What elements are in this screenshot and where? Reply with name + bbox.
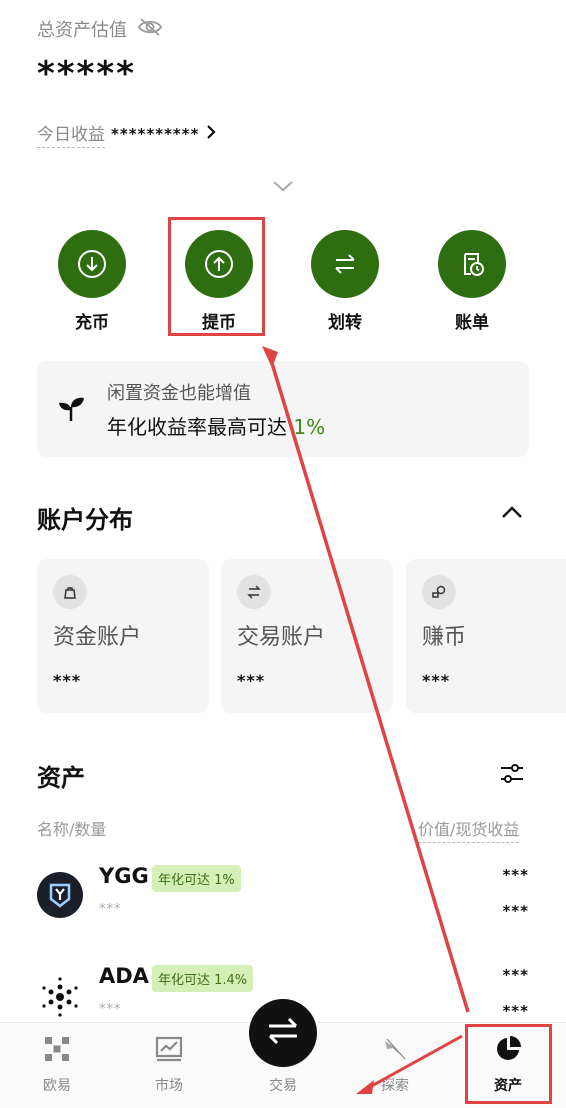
nav-item-explore[interactable]: 探索 <box>350 1035 440 1095</box>
deposit-icon <box>58 230 126 298</box>
transfer-label: 划转 <box>328 313 362 333</box>
deposit-label: 充币 <box>75 313 109 333</box>
explore-compass-icon <box>381 1035 409 1067</box>
asset-symbol: YGG <box>99 864 149 888</box>
okx-logo-icon <box>43 1035 71 1067</box>
earn-promo-banner[interactable]: 闲置资金也能增值 年化收益率最高可达 1% <box>37 361 529 457</box>
today-pnl-value: ********** <box>111 125 200 143</box>
swap-arrows-icon <box>237 575 271 609</box>
chevron-right-icon <box>205 124 217 145</box>
promo-rate: 1% <box>293 415 326 439</box>
asset-row[interactable]: YGG 年化可达 1% *** *** *** <box>37 850 529 930</box>
account-value: *** <box>237 671 266 690</box>
deposit-button[interactable]: 充币 <box>47 230 137 333</box>
hide-balance-eye-icon[interactable] <box>137 17 163 42</box>
apy-badge[interactable]: 年化可达 1.4% <box>152 965 254 992</box>
funding-account-card[interactable]: 资金账户 *** <box>37 559 209 713</box>
nav-item-market[interactable]: 市场 <box>124 1035 214 1095</box>
nav-label: 交易 <box>269 1078 297 1094</box>
bill-label: 账单 <box>455 313 489 333</box>
trade-swap-icon <box>265 1016 301 1050</box>
earn-account-card[interactable]: 赚币 *** <box>406 559 566 713</box>
asset-value: *** <box>502 966 529 984</box>
nav-label: 探索 <box>381 1078 409 1094</box>
promo-line1: 闲置资金也能增值 <box>107 383 251 404</box>
market-chart-icon <box>155 1035 183 1067</box>
today-pnl-row[interactable]: 今日收益 ********** <box>37 120 217 148</box>
filter-sliders-icon[interactable] <box>498 760 526 792</box>
transfer-icon <box>311 230 379 298</box>
nav-item-okx[interactable]: 欧易 <box>12 1035 102 1095</box>
nav-item-trade[interactable]: 交易 <box>238 1067 328 1095</box>
withdraw-annotation-box <box>168 217 265 336</box>
wallet-bag-icon <box>53 575 87 609</box>
transfer-button[interactable]: 划转 <box>300 230 390 333</box>
asset-quantity: *** <box>99 902 122 917</box>
asset-spot-pnl: *** <box>502 902 529 920</box>
account-name: 赚币 <box>422 625 467 650</box>
ygg-coin-icon <box>37 872 83 918</box>
total-assets-label: 总资产估值 <box>37 20 127 41</box>
assets-heading: 资产 <box>37 764 85 792</box>
account-value: *** <box>53 671 82 690</box>
total-assets-label-row: 总资产估值 <box>37 16 163 42</box>
asset-symbol: ADA <box>99 964 149 988</box>
asset-spot-pnl: *** <box>502 1002 529 1020</box>
account-distribution-heading: 账户分布 <box>37 506 133 534</box>
total-assets-value: ***** <box>37 54 136 94</box>
column-header-name-qty: 名称/数量 <box>37 820 107 839</box>
expand-chevron-down-icon[interactable] <box>271 178 295 197</box>
bill-button[interactable]: 账单 <box>427 230 517 333</box>
trading-account-card[interactable]: 交易账户 *** <box>221 559 393 713</box>
nav-label: 欧易 <box>43 1078 71 1094</box>
column-header-value-pnl[interactable]: 价值/现货收益 <box>418 816 520 843</box>
apy-badge[interactable]: 年化可达 1% <box>152 865 241 892</box>
promo-line2-prefix: 年化收益率最高可达 <box>107 415 294 439</box>
today-pnl-label: 今日收益 <box>37 120 105 148</box>
annotation-arrows <box>262 346 470 1094</box>
asset-quantity: *** <box>99 1002 122 1017</box>
account-value: *** <box>422 671 451 690</box>
collapse-chevron-up-icon[interactable] <box>500 504 524 524</box>
account-name: 资金账户 <box>53 625 142 650</box>
bill-icon <box>438 230 506 298</box>
asset-value: *** <box>502 866 529 884</box>
trade-swap-button[interactable] <box>249 999 317 1067</box>
account-name: 交易账户 <box>237 625 326 650</box>
promo-line2: 年化收益率最高可达 1% <box>107 411 325 440</box>
sprout-icon <box>55 393 87 427</box>
ada-coin-icon <box>37 974 83 1020</box>
nav-label: 市场 <box>155 1078 183 1094</box>
earn-icon <box>422 575 456 609</box>
assets-annotation-box <box>465 1024 552 1104</box>
